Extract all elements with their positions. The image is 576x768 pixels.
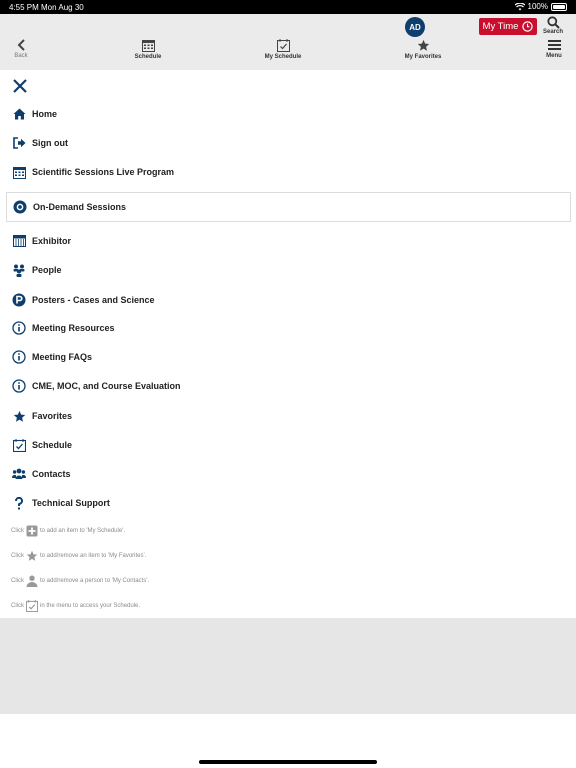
menu-item-people[interactable]: People <box>6 257 571 283</box>
search-icon <box>546 16 560 29</box>
menu-item-label: People <box>32 265 62 275</box>
calendar-check-icon <box>276 39 290 52</box>
menu-item-label: CME, MOC, and Course Evaluation <box>32 381 181 391</box>
menu-nav-button[interactable]: Menu <box>541 39 567 59</box>
menu-item-live-program[interactable]: Scientific Sessions Live Program <box>6 159 571 185</box>
hint-add-schedule: Click to add an item to 'My Schedule'. <box>11 525 125 537</box>
battery-icon <box>551 2 567 11</box>
menu-item-label: Schedule <box>32 440 73 450</box>
hint-suffix: to add/remove a person to 'My Contacts'. <box>40 578 150 584</box>
my-schedule-nav-button[interactable]: My Schedule <box>262 39 304 60</box>
my-favorites-nav-label: My Favorites <box>404 54 442 60</box>
menu-item-posters[interactable]: Posters - Cases and Science <box>6 287 571 313</box>
menu-item-exhibitor[interactable]: Exhibitor <box>6 228 571 254</box>
menu-item-label: Meeting Resources <box>32 323 115 333</box>
chevron-left-icon <box>17 39 25 51</box>
back-button[interactable]: Back <box>10 39 32 59</box>
menu-item-sign-out[interactable]: Sign out <box>6 130 571 156</box>
hint-prefix: Click <box>11 528 24 534</box>
hint-favorites: Click to add/remove an item to 'My Favor… <box>11 550 146 562</box>
close-menu-button[interactable] <box>11 77 29 95</box>
hint-contacts: Click to add/remove a person to 'My Cont… <box>11 575 149 587</box>
battery-percent: 100% <box>527 2 548 11</box>
contacts-icon <box>12 467 26 481</box>
status-bar: 4:55 PM Mon Aug 30 100% <box>0 0 576 14</box>
menu-nav-label: Menu <box>546 53 562 59</box>
my-schedule-nav-label: My Schedule <box>264 54 302 60</box>
menu-item-label: Sign out <box>32 138 68 148</box>
home-indicator[interactable] <box>199 760 377 764</box>
info-icon <box>12 321 26 335</box>
menu-item-contacts[interactable]: Contacts <box>6 461 571 487</box>
menu-item-home[interactable]: Home <box>6 101 571 127</box>
hint-suffix: to add an item to 'My Schedule'. <box>40 528 126 534</box>
menu-item-meeting-resources[interactable]: Meeting Resources <box>6 315 571 341</box>
hint-suffix: in the menu to access your Schedule. <box>40 603 141 609</box>
back-label: Back <box>14 53 28 59</box>
schedule-nav-button[interactable]: Schedule <box>128 39 168 60</box>
wifi-icon <box>514 2 525 10</box>
menu-item-label: Home <box>32 109 58 119</box>
menu-item-technical-support[interactable]: Technical Support <box>6 490 571 516</box>
menu-item-favorites[interactable]: Favorites <box>6 403 571 429</box>
hint-prefix: Click <box>11 603 24 609</box>
sign-out-icon <box>12 136 26 150</box>
status-indicators: 100% <box>514 2 567 11</box>
exhibitor-icon <box>12 234 26 248</box>
info-icon <box>12 379 26 393</box>
user-avatar[interactable]: AD <box>405 17 425 37</box>
close-icon <box>13 79 27 93</box>
my-favorites-nav-button[interactable]: My Favorites <box>402 39 444 60</box>
home-icon <box>12 107 26 121</box>
calendar-check-icon <box>26 600 38 612</box>
menu-item-label: Favorites <box>32 411 73 421</box>
star-icon <box>12 409 26 423</box>
menu-item-schedule[interactable]: Schedule <box>6 432 571 458</box>
menu-item-on-demand[interactable]: On-Demand Sessions <box>6 192 571 222</box>
menu-item-label: Technical Support <box>32 498 110 508</box>
p-circle-icon <box>12 293 26 307</box>
menu-item-cme-moc[interactable]: CME, MOC, and Course Evaluation <box>6 373 571 399</box>
calendar-icon <box>141 40 155 52</box>
menu-item-label: On-Demand Sessions <box>33 202 127 212</box>
hint-suffix: to add/remove an item to 'My Favorites'. <box>40 553 147 559</box>
person-icon <box>26 575 38 587</box>
hint-schedule: Click in the menu to access your Schedul… <box>11 600 140 612</box>
status-time: 4:55 PM Mon Aug 30 <box>9 3 84 12</box>
menu-item-meeting-faqs[interactable]: Meeting FAQs <box>6 344 571 370</box>
search-button[interactable]: Search <box>541 16 565 35</box>
menu-item-label: Exhibitor <box>32 236 72 246</box>
star-icon <box>26 550 38 562</box>
hamburger-icon <box>547 40 561 50</box>
people-icon <box>12 263 26 277</box>
my-time-label: My Time <box>482 21 519 32</box>
schedule-nav-label: Schedule <box>134 54 162 60</box>
menu-item-label: Posters - Cases and Science <box>32 295 155 305</box>
menu-item-label: Scientific Sessions Live Program <box>32 167 175 177</box>
calendar-icon <box>12 165 26 179</box>
plus-square-icon <box>26 525 38 537</box>
my-time-button[interactable]: My Time <box>479 18 537 35</box>
hint-prefix: Click <box>11 553 24 559</box>
question-icon <box>12 496 26 510</box>
menu-item-label: Contacts <box>32 469 71 479</box>
star-icon <box>417 39 429 51</box>
clock-icon <box>522 21 534 32</box>
hint-prefix: Click <box>11 578 24 584</box>
content-background <box>0 618 576 714</box>
search-label: Search <box>542 29 563 35</box>
info-icon <box>12 350 26 364</box>
o-circle-icon <box>13 200 27 214</box>
menu-item-label: Meeting FAQs <box>32 352 93 362</box>
top-nav-bar: Back Schedule My Schedule My Favorites M… <box>0 14 576 70</box>
calendar-check-icon <box>12 438 26 452</box>
